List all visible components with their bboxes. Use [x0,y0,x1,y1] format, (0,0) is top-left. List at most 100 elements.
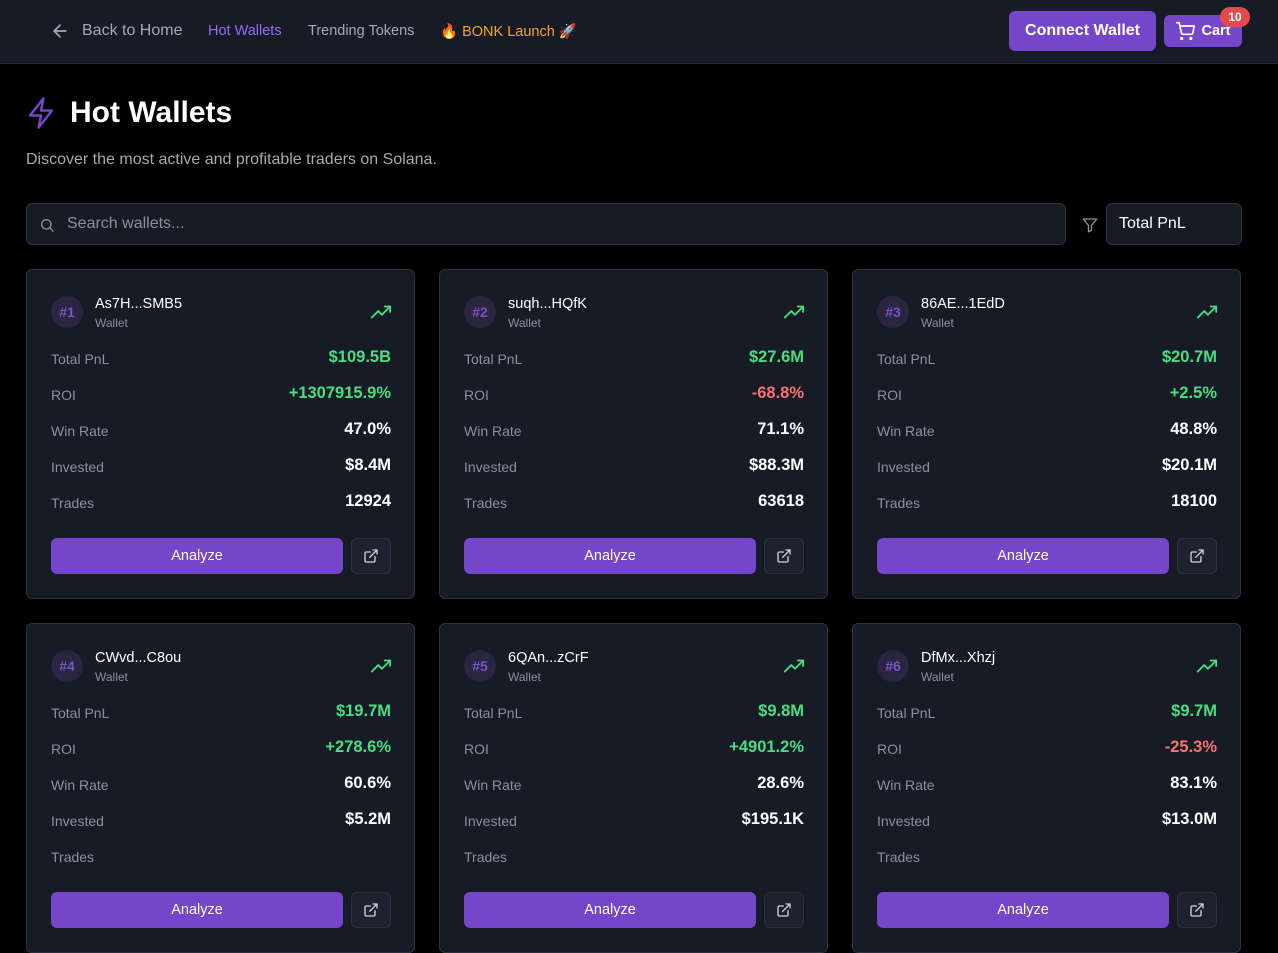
wallet-rank-badge: #3 [877,296,909,328]
search-input[interactable] [67,204,1057,244]
wallet-type-label: Wallet [921,670,954,684]
analyze-button[interactable]: Analyze [51,892,343,928]
stat-row-win-rate: Win Rate 28.6% [464,774,804,796]
open-external-button[interactable] [351,538,391,574]
stat-value: +2.5% [1169,384,1217,402]
cart-icon [1176,21,1196,41]
filter-icon[interactable] [1081,216,1099,234]
stat-label: Invested [51,813,104,829]
stat-value: 63618 [758,492,804,510]
external-link-icon [1190,903,1204,917]
stat-row-win-rate: Win Rate 47.0% [51,420,391,442]
stat-row-total-pnl: Total PnL $19.7M [51,702,391,724]
stat-value: $9.8M [758,702,804,720]
sort-select[interactable]: Total PnL [1106,203,1242,245]
stat-value: $195.1K [741,810,804,828]
page-header: Hot Wallets [26,96,232,130]
top-nav-bar: Back to Home Hot Wallets Trending Tokens… [0,0,1278,64]
stat-label: Invested [464,459,517,475]
wallet-type-label: Wallet [508,670,541,684]
external-link-icon [777,549,791,563]
stat-label: ROI [877,741,902,757]
external-link-icon [777,903,791,917]
stat-row-trades: Trades [51,846,391,868]
arrow-left-icon [53,24,67,38]
wallet-rank-badge: #4 [51,650,83,682]
stat-value: $5.2M [345,810,391,828]
wallet-card: #5 6QAn...zCrF Wallet Total PnL $9.8M ROI +490… [439,623,828,953]
open-external-button[interactable] [1177,538,1217,574]
stat-row-invested: Invested $8.4M [51,456,391,478]
stat-value: $88.3M [748,456,804,474]
stat-label: Trades [51,849,95,865]
stat-value: +278.6% [325,738,391,756]
stat-row-win-rate: Win Rate 48.8% [877,420,1217,442]
stat-value: $9.7M [1171,702,1217,720]
stat-row-total-pnl: Total PnL $9.8M [464,702,804,724]
open-external-button[interactable] [351,892,391,928]
stat-label: Total PnL [877,351,936,367]
wallet-address: 6QAn...zCrF [508,650,589,666]
stat-row-invested: Invested $20.1M [877,456,1217,478]
stat-row-total-pnl: Total PnL $9.7M [877,702,1217,724]
wallet-rank-badge: #1 [51,296,83,328]
stat-label: Win Rate [51,423,109,439]
stat-row-trades: Trades 18100 [877,492,1217,514]
nav-link-hot-wallets[interactable]: Hot Wallets [208,23,282,39]
analyze-button[interactable]: Analyze [877,538,1169,574]
stat-label: Total PnL [51,705,110,721]
analyze-button[interactable]: Analyze [51,538,343,574]
open-external-button[interactable] [764,892,804,928]
analyze-button[interactable]: Analyze [464,538,756,574]
stat-value: 12924 [345,492,391,510]
external-link-icon [364,549,378,563]
open-external-button[interactable] [1177,892,1217,928]
stat-label: Invested [51,459,104,475]
stat-row-win-rate: Win Rate 60.6% [51,774,391,796]
wallet-card: #1 As7H...SMB5 Wallet Total PnL $109.5B ROI +1… [26,269,415,599]
stat-row-total-pnl: Total PnL $109.5B [51,348,391,370]
stat-label: Win Rate [464,423,522,439]
stat-label: Total PnL [464,705,523,721]
stat-label: Trades [877,849,921,865]
stat-row-roi: ROI +278.6% [51,738,391,760]
back-to-home-link[interactable]: Back to Home [50,21,182,41]
stat-row-roi: ROI -68.8% [464,384,804,406]
stat-label: Win Rate [464,777,522,793]
stat-row-trades: Trades 63618 [464,492,804,514]
stat-label: ROI [877,387,902,403]
stat-label: Win Rate [877,423,935,439]
stat-value: -68.8% [751,384,804,402]
external-link-icon [1190,549,1204,563]
analyze-button[interactable]: Analyze [877,892,1169,928]
stat-row-trades: Trades 12924 [51,492,391,514]
nav-link-bonk-launch[interactable]: 🔥 BONK Launch 🚀 [440,23,577,40]
stat-value: $20.1M [1161,456,1217,474]
search-icon [41,219,54,232]
analyze-button[interactable]: Analyze [464,892,756,928]
wallet-card: #4 CWvd...C8ou Wallet Total PnL $19.7M ROI +27… [26,623,415,953]
external-link-icon [364,903,378,917]
stat-value: 47.0% [344,420,391,438]
stat-row-roi: ROI +4901.2% [464,738,804,760]
stat-value: $20.7M [1161,348,1217,366]
wallet-card: #3 86AE...1EdD Wallet Total PnL $20.7M ROI +2.… [852,269,1241,599]
stat-row-invested: Invested $88.3M [464,456,804,478]
stat-row-trades: Trades [464,846,804,868]
trending-up-icon [370,659,392,673]
wallet-type-label: Wallet [95,670,128,684]
stat-label: Invested [877,813,930,829]
stat-label: ROI [51,387,76,403]
open-external-button[interactable] [764,538,804,574]
trending-up-icon [370,305,392,319]
nav-link-trending-tokens[interactable]: Trending Tokens [308,23,414,39]
wallet-address: 86AE...1EdD [921,296,1005,312]
stat-value: 48.8% [1170,420,1217,438]
stat-row-roi: ROI +1307915.9% [51,384,391,406]
stat-label: ROI [464,741,489,757]
connect-wallet-button[interactable]: Connect Wallet [1009,11,1156,51]
stat-label: Total PnL [877,705,936,721]
wallet-rank-badge: #5 [464,650,496,682]
stat-value: $8.4M [345,456,391,474]
wallet-address: As7H...SMB5 [95,296,183,312]
